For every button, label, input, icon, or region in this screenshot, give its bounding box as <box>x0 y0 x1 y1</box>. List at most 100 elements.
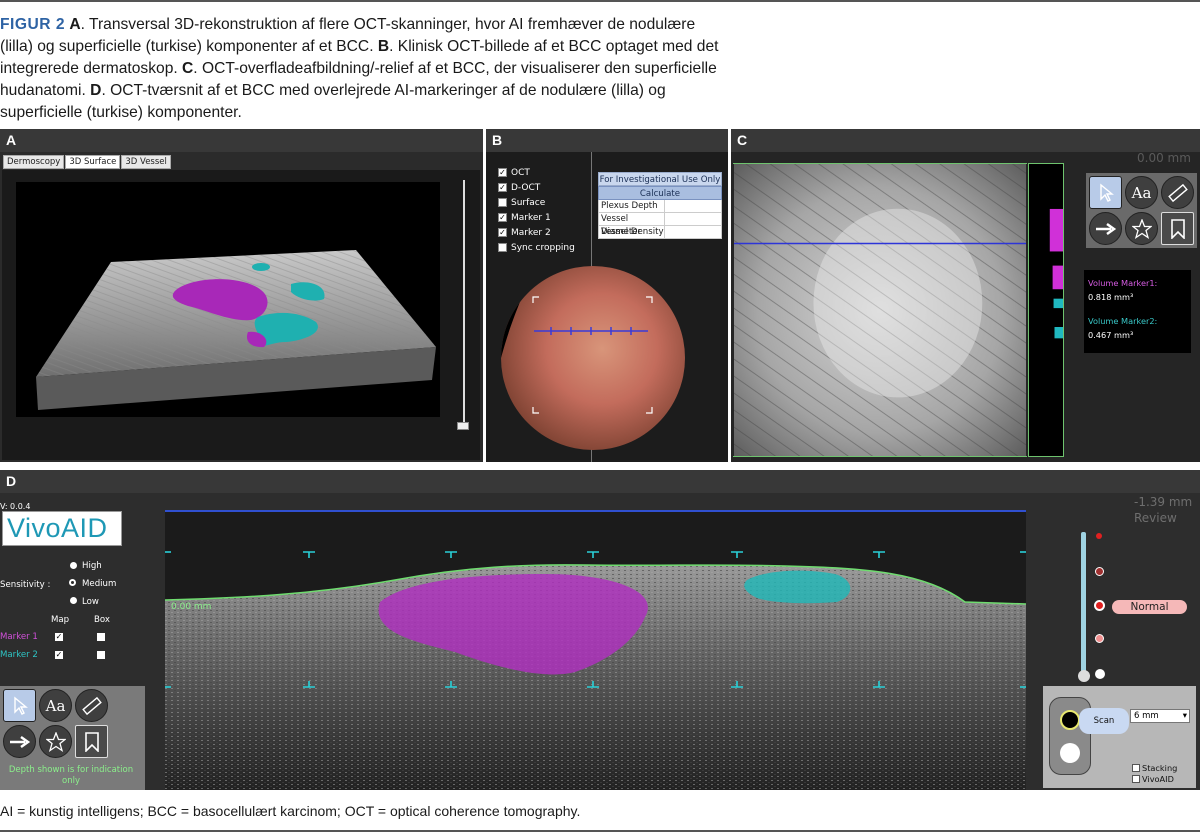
layer-checkbox-list: ✓ OCT ✓ D-OCT Surface ✓ Marker 1 ✓ Marker 2 … <box>498 165 575 255</box>
vivoaid-label: VivoAID <box>1142 774 1174 784</box>
star-icon[interactable] <box>39 725 72 758</box>
superficial-overlay <box>744 570 851 604</box>
intensity-level-dot[interactable] <box>1095 669 1105 679</box>
marker2-profile-2 <box>1054 327 1063 339</box>
depth-readout: -1.39 mm <box>1134 495 1193 509</box>
top-rule <box>0 0 1200 2</box>
sensitivity-high-label: High <box>82 561 102 571</box>
figure-label: FIGUR 2 <box>0 16 66 33</box>
scan-dot-active[interactable] <box>1060 710 1080 730</box>
checkbox-label: Marker 2 <box>511 227 551 238</box>
sensitivity-high-radio[interactable] <box>70 562 77 569</box>
pointer-icon[interactable] <box>3 689 36 722</box>
checkbox-box[interactable]: ✓ <box>498 168 507 177</box>
checkbox-box[interactable]: ✓ <box>498 183 507 192</box>
sensitivity-label: Sensitivity : <box>0 580 51 590</box>
depth-readout: 0.00 mm <box>1137 151 1191 165</box>
calculate-button[interactable]: Calculate <box>598 186 722 200</box>
vessel-metrics-table: For Investigational Use Only Calculate P… <box>598 172 722 239</box>
oct-surface-image[interactable] <box>733 163 1027 457</box>
checkbox-label: D-OCT <box>511 182 541 193</box>
arrow-icon[interactable] <box>1089 212 1122 245</box>
intensity-normal-badge: Normal <box>1112 600 1187 614</box>
checkbox-marker-2[interactable]: ✓ Marker 2 <box>498 225 575 240</box>
volume-marker1-label: Volume Marker1: <box>1088 278 1158 288</box>
mode-readout: Review <box>1134 511 1177 525</box>
checkbox-marker-1[interactable]: ✓ Marker 1 <box>498 210 575 225</box>
caption-label-d: D <box>90 82 102 99</box>
scan-dot[interactable] <box>1060 743 1080 763</box>
marker2-profile <box>1053 298 1063 309</box>
stacking-checkbox[interactable]: Stacking <box>1132 763 1177 773</box>
panel-d-label: D <box>0 470 1200 493</box>
oct-cross-section[interactable]: 0.00 mm <box>164 510 1027 790</box>
checkbox-surface[interactable]: Surface <box>498 195 575 210</box>
depth-slider-track[interactable] <box>463 180 465 430</box>
checkbox-box[interactable]: ✓ <box>498 228 507 237</box>
panel-a: A Dermoscopy 3D Surface 3D Vessel <box>0 129 483 462</box>
intensity-level-dot[interactable] <box>1096 533 1102 539</box>
oct-bscan: 0.00 mm <box>164 551 1027 790</box>
scan-controls: Scan 6 mm ▾ Stacking VivoAID <box>1043 686 1196 788</box>
lesion-area <box>813 208 983 398</box>
version-label: V: 0.0.4 <box>0 502 31 511</box>
chevron-down-icon: ▾ <box>1182 711 1187 721</box>
intensity-slider-track[interactable] <box>1081 532 1086 677</box>
marker-2-map-checkbox[interactable]: ✓ <box>55 651 63 659</box>
star-icon[interactable] <box>1125 212 1158 245</box>
marker-1-label: Marker 1 <box>0 632 38 642</box>
arrow-icon[interactable] <box>3 725 36 758</box>
row-label: Vessel Diameter <box>599 213 665 237</box>
figure-caption: FIGUR 2 A. Transversal 3D-rekonstruktion… <box>0 14 720 124</box>
text-tool-icon[interactable]: Aa <box>1125 176 1158 209</box>
checkbox-box[interactable]: ✓ <box>498 213 507 222</box>
panel-a-viewport <box>2 170 480 460</box>
scan-length-select[interactable]: 6 mm ▾ <box>1130 709 1190 723</box>
intensity-level-dot-selected[interactable] <box>1094 600 1105 611</box>
volume-marker2-value: 0.467 mm³ <box>1088 330 1134 340</box>
ruler-icon[interactable] <box>75 689 108 722</box>
caption-label-b: B <box>377 38 390 55</box>
checkbox-oct[interactable]: ✓ OCT <box>498 165 575 180</box>
map-column-header: Map <box>51 615 70 625</box>
caption-label-a: A <box>69 16 81 33</box>
marker-1-box-checkbox[interactable] <box>97 633 105 641</box>
marker-1-map-checkbox[interactable]: ✓ <box>55 633 63 641</box>
checkbox-d-oct[interactable]: ✓ D-OCT <box>498 180 575 195</box>
3d-reconstruction-view[interactable] <box>16 182 440 417</box>
superficial-component-3 <box>252 263 270 271</box>
tab-3d-vessel[interactable]: 3D Vessel <box>121 155 171 169</box>
intensity-level-dot[interactable] <box>1095 634 1104 643</box>
vivoaid-checkbox[interactable]: VivoAID <box>1132 774 1174 784</box>
depth-slider-handle[interactable] <box>457 422 469 430</box>
scan-button[interactable]: Scan <box>1079 708 1129 734</box>
abbreviations-footnote: AI = kunstig intelligens; BCC = basocell… <box>0 803 581 819</box>
volume-marker2-label: Volume Marker2: <box>1088 316 1158 326</box>
pointer-icon[interactable] <box>1089 176 1122 209</box>
checkbox-box[interactable] <box>498 243 507 252</box>
intensity-slider-handle[interactable] <box>1078 670 1090 682</box>
sensitivity-medium-radio[interactable] <box>69 579 76 586</box>
annotation-toolbar: Aa <box>1086 173 1197 248</box>
marker-2-box-checkbox[interactable] <box>97 651 105 659</box>
tab-dermoscopy[interactable]: Dermoscopy <box>3 155 65 169</box>
scan-length-value: 6 mm <box>1134 711 1159 721</box>
checkbox-box[interactable] <box>1132 764 1140 772</box>
panel-a-tabs: Dermoscopy 3D Surface 3D Vessel <box>3 155 172 169</box>
intensity-level-dot[interactable] <box>1095 567 1104 576</box>
bookmark-icon[interactable] <box>1161 212 1194 245</box>
checkbox-label: Marker 1 <box>511 212 551 223</box>
row-label: Vessel Density <box>601 226 665 238</box>
bookmark-icon[interactable] <box>75 725 108 758</box>
checkbox-box[interactable] <box>1132 775 1140 783</box>
3d-surface-render <box>36 250 436 410</box>
ruler-icon[interactable] <box>1161 176 1194 209</box>
text-tool-icon[interactable]: Aa <box>39 689 72 722</box>
panel-a-label: A <box>0 129 483 152</box>
panel-b: B ✓ OCT ✓ D-OCT Surface ✓ Marker 1 ✓ Marker … <box>486 129 728 462</box>
sensitivity-low-radio[interactable] <box>70 597 77 604</box>
tab-3d-surface[interactable]: 3D Surface <box>65 155 121 169</box>
checkbox-sync-cropping[interactable]: Sync cropping <box>498 240 575 255</box>
bottom-rule <box>0 830 1200 832</box>
checkbox-box[interactable] <box>498 198 507 207</box>
